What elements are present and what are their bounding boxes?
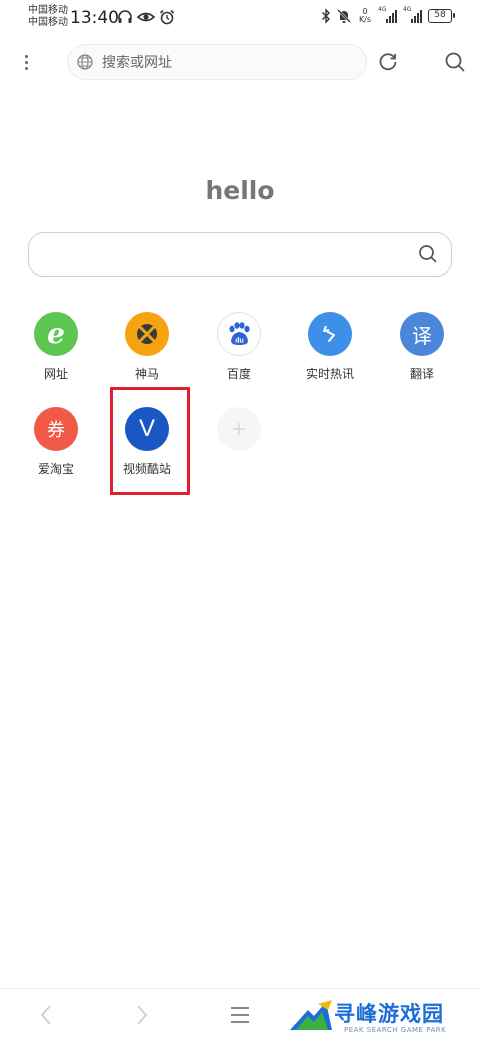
shortcut-taobao[interactable]: 券 爱淘宝 — [14, 407, 98, 491]
signal-sim1-icon: 4G — [378, 6, 398, 24]
coupon-glyph: 券 — [47, 420, 65, 441]
plus-icon — [217, 407, 261, 451]
mute-bell-icon — [336, 8, 352, 24]
eye-icon — [137, 9, 155, 25]
shortcut-label: 爱淘宝 — [37, 462, 74, 476]
shortcut-baidu[interactable]: du 百度 — [197, 312, 281, 396]
watermark-subtitle: PEAK SEARCH GAME PARK — [344, 1026, 447, 1034]
search-icon — [445, 52, 465, 72]
alarm-icon — [159, 9, 175, 25]
refresh-icon — [379, 53, 397, 71]
clock: 13:40 — [70, 8, 119, 28]
bluetooth-icon — [321, 8, 331, 24]
search-button[interactable] — [443, 50, 467, 74]
carrier-2: 中国移动 — [28, 17, 68, 28]
more-menu-button[interactable] — [16, 50, 36, 74]
shortcut-label: 百度 — [226, 367, 251, 381]
translate-icon: 译 — [400, 312, 444, 356]
back-button[interactable] — [32, 1001, 60, 1029]
hamburger-icon — [231, 1007, 249, 1023]
search-icon[interactable] — [417, 243, 439, 265]
baidu-icon: du — [217, 312, 261, 356]
net-speed: 0 K/s — [357, 8, 373, 24]
forward-icon — [137, 1005, 148, 1025]
sim1-network-type: 4G — [378, 6, 387, 13]
menu-button[interactable] — [226, 1001, 254, 1029]
address-bar[interactable]: 搜索或网址 — [67, 44, 367, 80]
watermark-title: 寻峰游戏园 — [334, 1002, 444, 1026]
shortcut-label: 网址 — [43, 367, 68, 381]
shortcut-hot-news[interactable]: 实时热讯 — [288, 312, 372, 396]
shortcut-translate[interactable]: 译 翻译 — [380, 312, 464, 396]
browser-toolbar: 搜索或网址 — [0, 40, 480, 84]
headphones-icon — [117, 9, 133, 25]
coupon-icon: 券 — [34, 407, 78, 451]
watermark: 寻峰游戏园 PEAK SEARCH GAME PARK — [288, 996, 480, 1040]
refresh-button[interactable] — [376, 50, 400, 74]
dot — [24, 54, 28, 58]
shortcut-shenma[interactable]: 神马 — [105, 312, 189, 396]
shenma-icon — [125, 312, 169, 356]
web-icon: e — [34, 312, 78, 356]
highlight-box — [110, 387, 190, 495]
shortcut-label: 神马 — [134, 367, 159, 381]
address-placeholder: 搜索或网址 — [102, 55, 172, 71]
shortcut-web[interactable]: e 网址 — [14, 312, 98, 396]
peak-logo-icon — [290, 1000, 332, 1030]
home-search-box[interactable] — [28, 232, 452, 277]
shortcut-label: 翻译 — [409, 367, 434, 381]
back-icon — [40, 1005, 51, 1025]
forward-button[interactable] — [128, 1001, 156, 1029]
add-shortcut-button[interactable] — [197, 407, 281, 491]
signal-sim2-icon: 4G — [403, 6, 423, 24]
dot — [24, 60, 28, 64]
dot — [24, 66, 28, 70]
net-speed-unit: K/s — [358, 15, 372, 24]
svg-text:du: du — [235, 338, 244, 345]
battery-indicator: 58 — [428, 9, 455, 23]
sim2-network-type: 4G — [403, 6, 412, 13]
hot-news-icon — [308, 312, 352, 356]
translate-glyph: 译 — [412, 323, 432, 348]
status-bar: 中国移动 中国移动 13:40 0 K/s 4G 4G 58 — [0, 0, 480, 36]
carrier-info: 中国移动 中国移动 — [28, 5, 68, 29]
globe-icon — [76, 53, 94, 71]
shortcut-label: 实时热讯 — [305, 367, 354, 381]
greeting-text: hello — [205, 176, 275, 205]
carrier-1: 中国移动 — [28, 5, 68, 16]
